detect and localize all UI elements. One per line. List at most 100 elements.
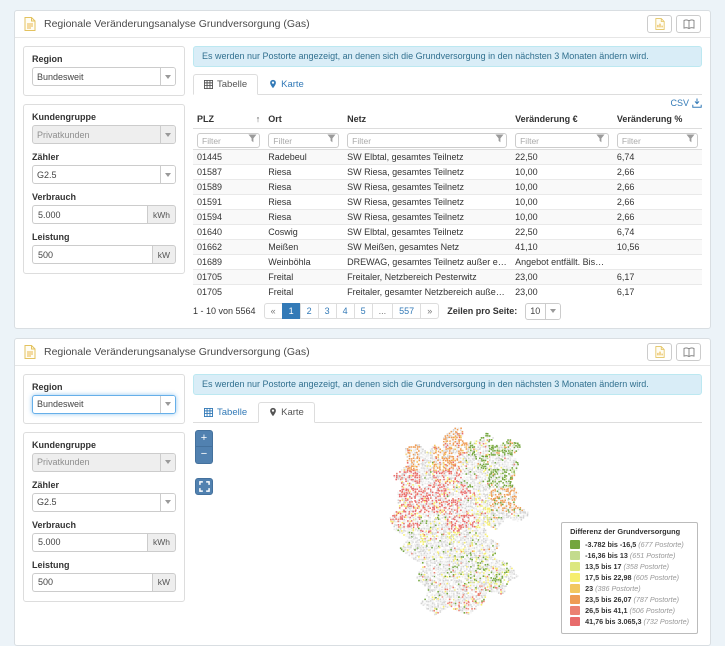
funnel-icon — [327, 134, 336, 143]
csv-export-link[interactable]: CSV — [670, 98, 702, 108]
region-box: Region Bundesweit — [23, 374, 185, 424]
table-cell: 01445 — [193, 149, 264, 164]
verbrauch-unit: kWh — [147, 533, 176, 552]
table-cell — [613, 254, 702, 269]
filter-funnel-button[interactable] — [245, 132, 259, 145]
table-cell: 01594 — [193, 209, 264, 224]
filter-funnel-button[interactable] — [324, 132, 338, 145]
map-fit-extent-button[interactable] — [195, 478, 213, 495]
pagination-info: 1 - 10 von 5564 — [193, 306, 256, 316]
filter-input-netz[interactable] — [347, 133, 507, 148]
legend-label: 26,5 bis 41,1 (506 Postorte) — [585, 606, 675, 615]
leistung-label: Leistung — [32, 560, 176, 570]
leistung-input[interactable] — [32, 245, 152, 264]
report-button[interactable] — [647, 15, 672, 33]
leistung-unit: kW — [152, 245, 176, 264]
table-row: 01589RiesaSW Riesa, gesamtes Teilnetz10,… — [193, 179, 702, 194]
rows-per-page-select[interactable]: 10 — [526, 304, 545, 319]
report-button[interactable] — [647, 343, 672, 361]
table-cell: 23,00 — [511, 284, 613, 299]
page-button-5[interactable]: 5 — [354, 303, 373, 319]
column-header-plz[interactable]: PLZ↑ — [193, 111, 264, 129]
handbook-button[interactable] — [676, 15, 701, 33]
germany-postcode-choropleth-map[interactable] — [378, 425, 570, 629]
table-cell: 01589 — [193, 179, 264, 194]
legend-label: 17,5 bis 22,98 (605 Postorte) — [585, 573, 679, 582]
verbrauch-input[interactable] — [32, 205, 147, 224]
chevron-down-icon — [160, 396, 175, 413]
table-cell: 01591 — [193, 194, 264, 209]
chevron-down-icon — [160, 454, 175, 471]
column-header-veraenderung-eur[interactable]: Veränderung € — [511, 111, 613, 129]
table-row: 01689WeinböhlaDREWAG, gesamtes Teilnetz … — [193, 254, 702, 269]
zaehler-select[interactable]: G2.5 — [33, 494, 160, 511]
chevron-down-icon — [160, 166, 175, 183]
kundengruppe-label: Kundengruppe — [32, 112, 176, 122]
page-button-4[interactable]: 4 — [336, 303, 355, 319]
page-button-3[interactable]: 3 — [318, 303, 337, 319]
page-button-557[interactable]: 557 — [392, 303, 421, 319]
kundengruppe-select-wrap: Privatkunden — [32, 125, 176, 144]
zaehler-select[interactable]: G2.5 — [33, 166, 160, 183]
filter-funnel-button[interactable] — [492, 132, 506, 145]
tab-karte[interactable]: Karte — [258, 74, 315, 95]
column-header-veraenderung-pct[interactable]: Veränderung % — [613, 111, 702, 129]
panel-header: Regionale Veränderungsanalyse Grundverso… — [15, 11, 710, 38]
kundengruppe-select[interactable]: Privatkunden — [33, 454, 160, 471]
table-cell: 10,00 — [511, 209, 613, 224]
legend-label: 23,5 bis 26,07 (787 Postorte) — [585, 595, 679, 604]
filter-funnel-button[interactable] — [683, 132, 697, 145]
tab-tabelle-label: Tabelle — [217, 79, 247, 90]
column-header-netz[interactable]: Netz — [343, 111, 511, 129]
table-cell: Freitaler, Netzbereich Pesterwitz — [343, 269, 511, 284]
pagination-pages: «12345...557» — [264, 303, 440, 319]
chevron-down-icon — [545, 304, 560, 319]
verbrauch-input[interactable] — [32, 533, 147, 552]
table-icon — [204, 80, 213, 89]
map-zoom-out-button[interactable]: − — [195, 447, 213, 464]
verbrauch-group: kWh — [32, 205, 176, 224]
region-select[interactable]: Bundesweit — [33, 396, 160, 413]
table-cell: 2,66 — [613, 164, 702, 179]
page-prev-button[interactable]: « — [264, 303, 283, 319]
page-button-2[interactable]: 2 — [300, 303, 319, 319]
csv-label: CSV — [670, 98, 689, 108]
tab-karte[interactable]: Karte — [258, 402, 315, 423]
panel-body: Region Bundesweit Kundengruppe Privatkun… — [15, 38, 710, 328]
tab-tabelle[interactable]: Tabelle — [193, 74, 258, 95]
table-cell: 2,66 — [613, 194, 702, 209]
report-file-icon — [24, 17, 36, 31]
map-zoom-in-button[interactable]: + — [195, 430, 213, 447]
table-cell: 10,00 — [511, 194, 613, 209]
verbrauch-label: Verbrauch — [32, 192, 176, 202]
kundengruppe-select[interactable]: Privatkunden — [33, 126, 160, 143]
analysis-panel-map-view: Regionale Veränderungsanalyse Grundverso… — [14, 338, 711, 646]
filter-funnel-button[interactable] — [594, 132, 608, 145]
download-icon — [692, 98, 702, 108]
table-cell: Meißen — [264, 239, 343, 254]
leistung-input[interactable] — [32, 573, 152, 592]
table-cell: 01662 — [193, 239, 264, 254]
funnel-icon — [596, 134, 605, 143]
filter-sidebar: Region Bundesweit Kundengruppe Privatkun… — [23, 374, 185, 637]
tab-tabelle[interactable]: Tabelle — [193, 402, 258, 423]
info-alert: Es werden nur Postorte angezeigt, an den… — [193, 46, 702, 67]
table-cell: 10,00 — [511, 179, 613, 194]
table-cell: 01587 — [193, 164, 264, 179]
legend-title: Differenz der Grundversorgung — [570, 527, 689, 536]
parameters-box: Kundengruppe Privatkunden Zähler G2.5 Ve… — [23, 432, 185, 602]
sort-ascending-icon: ↑ — [256, 114, 261, 124]
funnel-icon — [248, 134, 257, 143]
table-cell: 6,17 — [613, 269, 702, 284]
handbook-button[interactable] — [676, 343, 701, 361]
table-cell: 6,17 — [613, 284, 702, 299]
region-select[interactable]: Bundesweit — [33, 68, 160, 85]
table-cell: SW Riesa, gesamtes Teilnetz — [343, 179, 511, 194]
zaehler-select-wrap: G2.5 — [32, 493, 176, 512]
pagination-bar: 1 - 10 von 5564 «12345...557» Zeilen pro… — [193, 303, 702, 320]
page-next-button[interactable]: » — [420, 303, 439, 319]
page-button-1[interactable]: 1 — [282, 303, 301, 319]
leistung-unit: kW — [152, 573, 176, 592]
column-header-ort[interactable]: Ort — [264, 111, 343, 129]
table-row: 01591RiesaSW Riesa, gesamtes Teilnetz10,… — [193, 194, 702, 209]
